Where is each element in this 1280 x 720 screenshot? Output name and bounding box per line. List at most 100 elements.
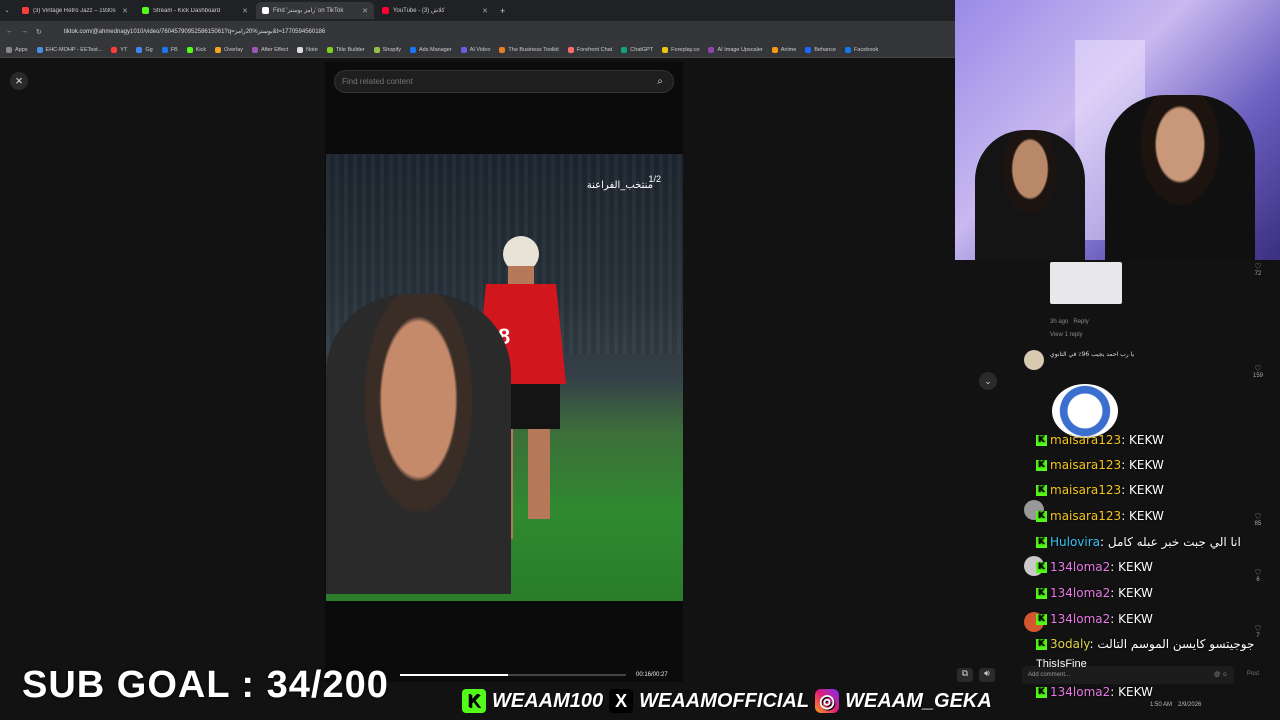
bookmark-item[interactable]: Behance (805, 46, 836, 53)
chat-separator: : (1100, 535, 1108, 549)
close-tab-icon[interactable]: ✕ (242, 7, 248, 15)
chat-message: K 134loma2: KEKW (1036, 685, 1153, 699)
bookmark-item[interactable]: FB (161, 46, 178, 53)
chat-emote-text: ThisIsFine (1036, 658, 1087, 670)
bookmark-icon (373, 46, 380, 53)
chat-separator: : (1110, 586, 1119, 600)
video-player[interactable]: 8 منتخب_الفراعنة 1/2 (326, 154, 683, 601)
like-button[interactable]: ♡ 6 (1252, 568, 1264, 583)
instagram-handle: WEAAM_GEKA (845, 689, 992, 712)
chat-username[interactable]: 134loma2 (1050, 586, 1110, 600)
chat-username[interactable]: maisara123 (1050, 483, 1121, 497)
bookmark-item[interactable]: Title Builder (326, 46, 365, 53)
bookmark-item[interactable]: Anime (771, 46, 796, 53)
streamer (1105, 95, 1255, 260)
chat-separator: : (1121, 458, 1130, 472)
bookmark-item[interactable]: YT (111, 46, 127, 53)
bookmark-icon (662, 46, 669, 53)
bookmark-icon (499, 46, 506, 53)
chat-message: K Hulovira: انا الي جبت خبر عبله كامل (1036, 535, 1241, 549)
tab-1[interactable]: (3) Vintage Retro Jazz – 1930s ✕ (16, 2, 134, 19)
close-tab-icon[interactable]: ✕ (122, 7, 128, 15)
search-input[interactable] (342, 77, 654, 86)
bookmark-item[interactable]: Ads Manager (409, 46, 452, 53)
chat-username[interactable]: 134loma2 (1050, 612, 1110, 626)
tab-3[interactable]: Find 'رامز بوستر' on TikTok ✕ (256, 2, 374, 19)
bookmark-icon (6, 46, 12, 53)
chat-text: KEKW (1129, 433, 1164, 447)
chat-separator: : (1110, 560, 1119, 574)
close-tab-icon[interactable]: ✕ (362, 7, 368, 15)
reload-icon[interactable]: ↻ (36, 28, 42, 36)
tab-search-icon[interactable]: ⌄ (0, 7, 14, 14)
webcam-feed (955, 0, 1280, 260)
comment-time: 3h ago Reply (1050, 319, 1089, 325)
back-icon[interactable]: ← (6, 28, 13, 35)
forward-icon[interactable]: → (21, 28, 28, 35)
scroll-down-icon[interactable]: ⌄ (979, 372, 997, 390)
bookmark-item[interactable]: Facebook (845, 46, 878, 53)
comment-sticker[interactable] (1052, 384, 1118, 438)
close-tab-icon[interactable]: ✕ (482, 7, 488, 15)
search-icon[interactable]: ⌕ (654, 76, 666, 88)
bookmark-item[interactable]: The Business Toolkit (499, 46, 559, 53)
chat-username[interactable]: maisara123 (1050, 509, 1121, 523)
chat-separator: : (1110, 612, 1119, 626)
tab-bar: ⌄ (3) Vintage Retro Jazz – 1930s ✕ Stream… (0, 0, 955, 21)
chat-username[interactable]: maisara123 (1050, 433, 1121, 447)
reply-link[interactable]: Reply (1073, 319, 1088, 325)
tab-4[interactable]: YouTube - (3) كلاش ✕ (376, 2, 494, 19)
avatar[interactable] (1024, 350, 1044, 370)
tab-2[interactable]: Stream - Kick Dashboard ✕ (136, 2, 254, 19)
chat-message: Kmaisara123: KEKW (1036, 458, 1164, 472)
chat-message: K 134loma2: KEKW (1036, 586, 1153, 600)
chat-text: KEKW (1118, 586, 1153, 600)
mention-icon[interactable]: @ ☺ (1214, 672, 1228, 678)
bookmark-icon (326, 46, 333, 53)
chat-message: Kmaisara123: KEKW (1036, 509, 1164, 523)
bookmark-icon (409, 46, 416, 53)
kick-badge-icon: K (1036, 588, 1047, 599)
close-icon[interactable]: × (10, 72, 28, 90)
search-bar[interactable]: ⌕ (334, 70, 674, 93)
bookmark-item[interactable]: Forefront Chat (567, 46, 612, 53)
video-progress-bar[interactable] (400, 674, 626, 676)
comment-image[interactable] (1050, 262, 1122, 304)
bookmark-icon (136, 46, 143, 53)
post-button[interactable]: Post (1247, 671, 1259, 677)
chat-message: K 134loma2: KEKW (1036, 612, 1153, 626)
kick-badge-icon: K (1036, 537, 1047, 548)
kick-badge-icon: K (1036, 614, 1047, 625)
chat-username[interactable]: 134loma2 (1050, 560, 1110, 574)
view-replies-link[interactable]: View 1 reply (1050, 332, 1083, 338)
bookmark-item[interactable]: Kick (186, 46, 206, 53)
bookmark-item[interactable]: Shopify (373, 46, 401, 53)
bookmark-item[interactable]: Foreplay.co (662, 46, 699, 53)
bookmark-item[interactable]: Gg (136, 46, 153, 53)
bookmark-item[interactable]: After Effect (252, 46, 288, 53)
chat-username[interactable]: Hulovira (1050, 535, 1100, 549)
x-logo-icon: X (609, 689, 634, 713)
chat-text: جوجيتسو كايسن الموسم التالت (1097, 637, 1255, 651)
like-button[interactable]: ♡ 85 (1252, 512, 1264, 527)
kick-badge-icon: K (1036, 639, 1047, 650)
like-button[interactable]: ♡ 72 (1252, 262, 1264, 277)
chat-username[interactable]: 134loma2 (1050, 685, 1110, 699)
chat-separator: : (1121, 483, 1130, 497)
like-button[interactable]: ♡ 159 (1252, 364, 1264, 379)
bookmark-item[interactable]: AI Video (460, 46, 490, 53)
bookmark-item[interactable]: ChatGPT (621, 46, 653, 53)
url-field[interactable]: tiktok.com/@ahmednagy1010/video/76045790… (64, 28, 325, 35)
bookmark-item[interactable]: Overlay (215, 46, 243, 53)
video-overlay-text: منتخب_الفراعنة (586, 180, 653, 191)
new-tab-button[interactable]: + (500, 6, 505, 16)
chat-username[interactable]: maisara123 (1050, 458, 1121, 472)
bookmark-item[interactable]: Apps (6, 46, 28, 53)
picture-in-picture-icon[interactable]: ⧉ (957, 668, 973, 682)
chat-username[interactable]: 3odaly (1050, 637, 1090, 651)
bookmark-item[interactable]: AI Image Upscaler (708, 46, 763, 53)
bookmark-item[interactable]: EHC-MOHP - EETest... (36, 46, 102, 53)
bookmark-item[interactable]: Note (297, 46, 318, 53)
kick-badge-icon: K (1036, 511, 1047, 522)
volume-icon[interactable]: 🔊︎ (979, 668, 995, 682)
